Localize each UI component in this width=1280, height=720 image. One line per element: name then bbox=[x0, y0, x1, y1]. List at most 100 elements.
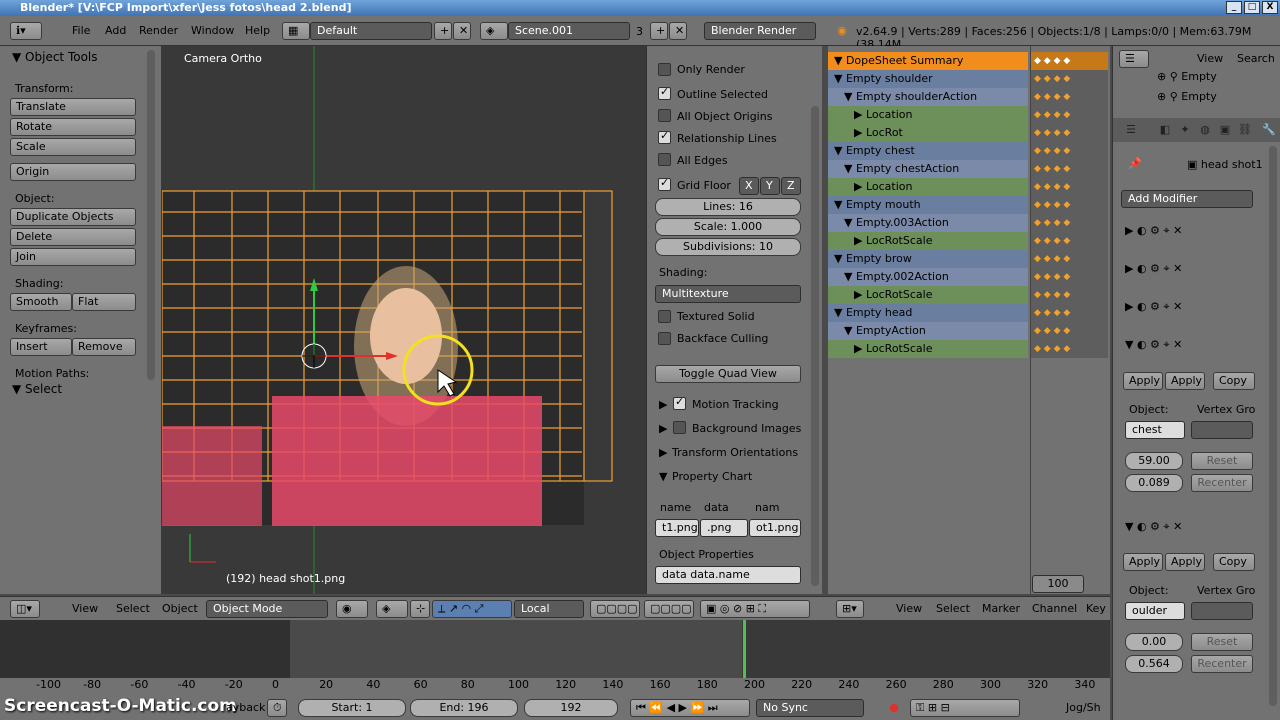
viewport-tool-icons[interactable]: ▣ ◎ ⊘ ⊞ ⛶ bbox=[700, 600, 810, 618]
outliner-search-menu[interactable]: Search bbox=[1237, 52, 1275, 65]
chart-cell-3[interactable]: ot1.png bbox=[749, 519, 801, 537]
dopesheet-row[interactable]: ▼ Empty chest bbox=[828, 142, 1028, 160]
duplicate-objects-button[interactable]: Duplicate Objects bbox=[10, 208, 136, 226]
dopesheet-row[interactable]: ▼ Empty shoulder bbox=[828, 70, 1028, 88]
modifier-row-4[interactable]: ▼ ◐ ⚙ ⌖ ✕ bbox=[1121, 336, 1271, 356]
dopesheet-select-menu[interactable]: Select bbox=[936, 602, 970, 615]
delete-button[interactable]: Delete bbox=[10, 228, 136, 246]
recenter-button-1[interactable]: Recenter bbox=[1191, 474, 1253, 492]
dopesheet-row[interactable]: ▼ Empty shoulderAction bbox=[828, 88, 1028, 106]
background-images-expand-icon[interactable]: ▶ bbox=[659, 422, 667, 435]
dopesheet-row[interactable]: ▶ LocRot bbox=[828, 124, 1028, 142]
pivot-point-button[interactable]: ◈ bbox=[376, 600, 408, 618]
insert-keyframe-button[interactable]: Insert bbox=[10, 338, 72, 356]
properties-right-scrollbar[interactable] bbox=[1269, 146, 1277, 706]
jog-shuttle-menu[interactable]: Jog/Sh bbox=[1066, 701, 1101, 714]
copy-button-2[interactable]: Copy bbox=[1213, 553, 1255, 571]
dopesheet-row[interactable]: ▶ Location bbox=[828, 178, 1028, 196]
current-frame-indicator[interactable] bbox=[743, 620, 746, 678]
editor-type-menu[interactable]: ℹ▾ bbox=[10, 22, 42, 40]
menu-render[interactable]: Render bbox=[139, 24, 178, 37]
chart-cell-2[interactable]: .png bbox=[700, 519, 748, 537]
dopesheet-row[interactable]: ▼ Empty chestAction bbox=[828, 160, 1028, 178]
playback-menu[interactable]: ayback bbox=[226, 701, 265, 714]
3d-view-editor-type[interactable]: ◫▾ bbox=[10, 600, 40, 618]
modifier-row-5[interactable]: ▼ ◐ ⚙ ⌖ ✕ bbox=[1121, 518, 1271, 538]
outliner-item-1[interactable]: ⊕ ⚲ Empty bbox=[1157, 70, 1217, 83]
menu-add[interactable]: Add bbox=[105, 24, 126, 37]
transform-orientation-select[interactable]: Local bbox=[514, 600, 584, 618]
manipulator-toggle[interactable]: ⊹ bbox=[410, 600, 430, 618]
reset-button-2[interactable]: Reset bbox=[1191, 633, 1253, 651]
dopesheet-keyframes[interactable]: ◆ ◆ ◆ ◆ bbox=[1030, 304, 1108, 322]
background-images-checkbox[interactable] bbox=[673, 421, 686, 434]
rotate-button[interactable]: Rotate bbox=[10, 118, 136, 136]
dopesheet-keyframes[interactable]: ◆ ◆ ◆ ◆ bbox=[1030, 232, 1108, 250]
grid-subdivisions-field[interactable]: Subdivisions: 10 bbox=[655, 238, 801, 256]
dopesheet-keyframes[interactable]: ◆ ◆ ◆ ◆ bbox=[1030, 124, 1108, 142]
modifier-tab-icon[interactable]: 🔧 bbox=[1261, 122, 1277, 138]
dopesheet-zoom-field[interactable]: 100 bbox=[1032, 575, 1084, 593]
dopesheet-keyframes[interactable]: ◆ ◆ ◆ ◆ bbox=[1030, 322, 1108, 340]
outline-selected-checkbox[interactable] bbox=[658, 85, 671, 100]
smooth-button[interactable]: Smooth bbox=[10, 293, 72, 311]
remove-screen-button[interactable]: ✕ bbox=[453, 22, 471, 40]
start-frame-field[interactable]: Start: 1 bbox=[298, 699, 406, 717]
dopesheet-keyframes[interactable]: ◆ ◆ ◆ ◆ bbox=[1030, 160, 1108, 178]
add-scene-button[interactable]: + bbox=[650, 22, 668, 40]
apply-button-2[interactable]: Apply bbox=[1165, 372, 1205, 390]
translate-button[interactable]: Translate bbox=[10, 98, 136, 116]
key-menu[interactable]: Key bbox=[1086, 602, 1106, 615]
channel-menu[interactable]: Channel bbox=[1032, 602, 1077, 615]
dopesheet-row[interactable]: ▶ LocRotScale bbox=[828, 340, 1028, 358]
dopesheet-row[interactable]: ▼ Empty.002Action bbox=[828, 268, 1028, 286]
modifier-row-3[interactable]: ▶ ◐ ⚙ ⌖ ✕ bbox=[1121, 298, 1271, 318]
minimize-button[interactable]: _ bbox=[1226, 1, 1242, 14]
dopesheet-keyframes[interactable]: ◆ ◆ ◆ ◆ bbox=[1030, 178, 1108, 196]
add-modifier-select[interactable]: Add Modifier bbox=[1121, 190, 1253, 208]
dopesheet-row[interactable]: ▶ LocRotScale bbox=[828, 286, 1028, 304]
marker-menu[interactable]: Marker bbox=[982, 602, 1020, 615]
current-frame-field[interactable]: 192 bbox=[524, 699, 618, 717]
shading-select[interactable]: Multitexture bbox=[655, 285, 801, 303]
strength-field-2[interactable]: 0.00 bbox=[1125, 633, 1183, 651]
view-menu[interactable]: View bbox=[72, 602, 98, 615]
screen-layout-icon[interactable]: ▦ bbox=[282, 22, 310, 40]
grid-axis-x-toggle[interactable]: X bbox=[739, 177, 759, 195]
menu-file[interactable]: File bbox=[72, 24, 90, 37]
dopesheet-keyframes[interactable]: ◆ ◆ ◆ ◆ bbox=[1030, 268, 1108, 286]
outliner-editor-type[interactable]: ☰ bbox=[1119, 50, 1149, 68]
object-tab-icon[interactable]: ▣ bbox=[1217, 122, 1233, 138]
background-images-label[interactable]: Background Images bbox=[692, 422, 801, 435]
relationship-lines-checkbox[interactable] bbox=[658, 129, 671, 144]
flat-button[interactable]: Flat bbox=[72, 293, 136, 311]
vertex-group-field-2[interactable] bbox=[1191, 602, 1253, 620]
screen-name-field[interactable]: Default bbox=[310, 22, 432, 40]
render-tab-icon[interactable]: ◧ bbox=[1157, 122, 1173, 138]
dopesheet-keyframes[interactable]: ◆ ◆ ◆ ◆ bbox=[1030, 106, 1108, 124]
dopesheet-row[interactable]: ▶ LocRotScale bbox=[828, 232, 1028, 250]
dopesheet-row[interactable]: ▶ Location bbox=[828, 106, 1028, 124]
backface-culling-checkbox[interactable] bbox=[658, 332, 671, 345]
dopesheet-keyframes[interactable]: ◆ ◆ ◆ ◆ bbox=[1030, 88, 1108, 106]
menu-help[interactable]: Help bbox=[245, 24, 270, 37]
pin-icon[interactable]: 📌 bbox=[1127, 156, 1143, 172]
viewport-shading-button[interactable]: ◉ bbox=[336, 600, 368, 618]
dopesheet-row[interactable]: ▼ Empty.003Action bbox=[828, 214, 1028, 232]
vertex-group-field-1[interactable] bbox=[1191, 421, 1253, 439]
property-chart-collapse-icon[interactable]: ▼ bbox=[659, 470, 667, 483]
scale-button[interactable]: Scale bbox=[10, 138, 136, 156]
apply-button-3[interactable]: Apply bbox=[1123, 553, 1163, 571]
select-menu[interactable]: Select bbox=[116, 602, 150, 615]
maximize-button[interactable]: □ bbox=[1244, 1, 1260, 14]
grid-lines-field[interactable]: Lines: 16 bbox=[655, 198, 801, 216]
motion-tracking-expand-icon[interactable]: ▶ bbox=[659, 398, 667, 411]
record-icon[interactable]: ● bbox=[886, 700, 902, 716]
apply-button-4[interactable]: Apply bbox=[1165, 553, 1205, 571]
dopesheet-keyframes[interactable]: ◆ ◆ ◆ ◆ bbox=[1030, 70, 1108, 88]
add-screen-button[interactable]: + bbox=[434, 22, 452, 40]
properties-editor-icon[interactable]: ☰ bbox=[1123, 122, 1139, 138]
preview-range-toggle[interactable]: ⏱ bbox=[267, 699, 287, 717]
tool-shelf-scrollbar[interactable] bbox=[147, 50, 155, 380]
falloff-field-1[interactable]: 0.089 bbox=[1125, 474, 1183, 492]
